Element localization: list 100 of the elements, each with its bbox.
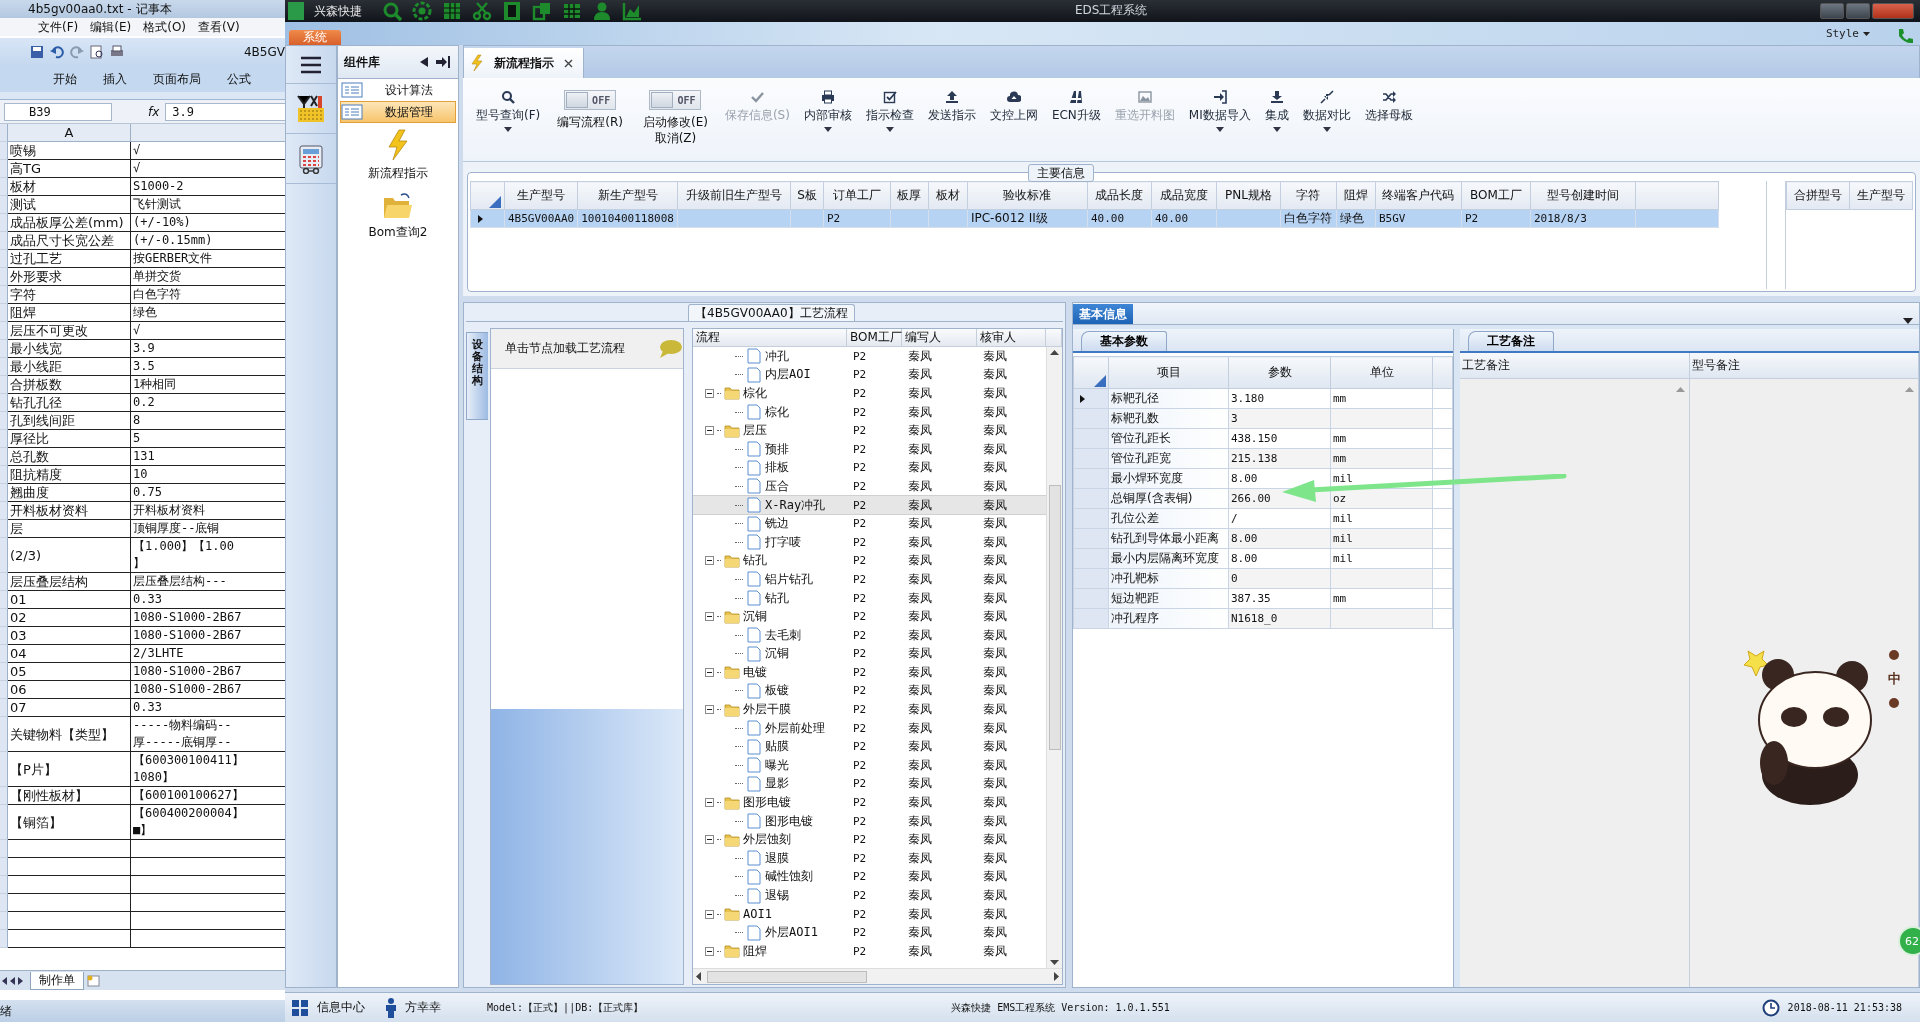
table-row[interactable]: 标靶孔数 3 (1073, 408, 1453, 429)
column-header[interactable] (1073, 356, 1109, 389)
tree-row[interactable]: 外层前处理 P2 秦凤 秦凤 (693, 718, 1046, 738)
table-row[interactable]: 最小内层隔离环宽度 8.00 mil (1073, 548, 1453, 569)
column-header[interactable]: A (8, 124, 131, 142)
column-header[interactable]: 订单工厂 (823, 181, 891, 210)
name-box[interactable]: B39 (4, 102, 112, 121)
tree-row[interactable]: 沉铜 P2 秦凤 秦凤 (693, 607, 1046, 626)
ribbon-tab[interactable]: 公式 (214, 70, 264, 88)
collapse-icon[interactable] (705, 667, 714, 677)
toolbar-button[interactable]: 数据对比 (1295, 88, 1358, 134)
tree-row[interactable]: 打字唛 P2 秦凤 秦凤 (693, 532, 1046, 552)
row-header[interactable] (1073, 388, 1109, 409)
ribbon-tab[interactable]: 开始 (40, 70, 90, 88)
column-header[interactable]: BOM工厂 (1461, 181, 1531, 210)
column-header[interactable]: 升级前旧生产型号 (677, 181, 791, 210)
tree-row[interactable]: AOI1 P2 秦凤 秦凤 (693, 904, 1046, 924)
column-header[interactable]: 合拼型号 (1786, 181, 1850, 210)
tree-row[interactable]: 外层AOI1 P2 秦凤 秦凤 (693, 923, 1046, 942)
tree-row[interactable]: 图形电镀 P2 秦凤 秦凤 (693, 811, 1046, 831)
table-row[interactable]: 管位孔距宽 215.138 mm (1073, 448, 1453, 469)
column-header[interactable]: 板厚 (890, 181, 929, 210)
tree-row[interactable]: 板镀 P2 秦凤 秦凤 (693, 681, 1046, 701)
toolbar-button[interactable]: 型号查询(F) (469, 88, 548, 134)
collapse-icon[interactable] (705, 909, 714, 919)
toggle-switch[interactable]: OFF (649, 90, 702, 110)
panel-tab[interactable]: 基本参数 (1081, 331, 1167, 351)
panel-tab[interactable]: 工艺备注 (1468, 331, 1554, 351)
close-button[interactable] (1872, 3, 1914, 19)
tree-row[interactable]: 预排 P2 秦凤 秦凤 (693, 439, 1046, 459)
ribbon-tab[interactable]: 页面布局 (140, 70, 214, 88)
minimize-button[interactable] (1820, 3, 1844, 19)
collapse-icon[interactable] (705, 835, 714, 845)
column-header[interactable]: 型号创建时间 (1530, 181, 1636, 210)
collapse-icon[interactable] (705, 389, 714, 398)
table-row[interactable]: 钻孔到导体最小距离 8.00 mil (1073, 528, 1453, 549)
maximize-button[interactable] (1846, 3, 1870, 19)
scrollbar-thumb[interactable] (1048, 485, 1061, 750)
scrollbar[interactable] (693, 968, 1062, 984)
toolbar-button[interactable]: 集成 (1257, 88, 1296, 134)
table-row[interactable]: 冲孔靶标 0 (1073, 568, 1453, 589)
remarks-field[interactable] (1460, 379, 1690, 987)
table-row[interactable]: 冲孔程序 N1618_0 (1073, 608, 1453, 629)
toolbar-button[interactable]: 选择母板 (1357, 88, 1420, 126)
collapse-icon[interactable] (705, 426, 714, 436)
tree-row[interactable]: 外层蚀刻 P2 秦凤 秦凤 (693, 830, 1046, 850)
tree-row[interactable]: 棕化 P2 秦凤 秦凤 (693, 384, 1046, 403)
scroll-right-icon[interactable] (1054, 972, 1059, 981)
column-header[interactable]: S板 (790, 181, 824, 210)
print-preview-icon[interactable] (90, 45, 104, 59)
tree-row[interactable]: 退锡 P2 秦凤 秦凤 (693, 886, 1046, 905)
toggle-switch[interactable]: OFF (564, 90, 617, 110)
toolbar-button[interactable]: 内部审核 (796, 88, 859, 134)
column-header[interactable] (470, 181, 505, 210)
dropdown-icon[interactable] (1903, 318, 1913, 324)
close-icon[interactable] (564, 58, 573, 68)
scroll-left-icon[interactable] (696, 972, 701, 981)
pin-icon[interactable] (436, 56, 450, 68)
column-header[interactable]: 终端客户代码 (1375, 181, 1462, 210)
column-header[interactable]: 字符 (1280, 181, 1337, 210)
ime-mode[interactable]: 中 (1887, 670, 1901, 688)
table-row[interactable]: 最小焊环宽度 8.00 mil (1073, 468, 1453, 489)
toolbar-button[interactable]: 发送指示 (920, 88, 983, 126)
sheet-tab[interactable]: 制作单 (30, 971, 84, 990)
table-row[interactable]: 孔位公差 / mil (1073, 508, 1453, 529)
menu-item[interactable]: 查看(V) (198, 18, 240, 36)
tree-row[interactable]: 内层AOI P2 秦凤 秦凤 (693, 365, 1046, 385)
factory-icon[interactable] (296, 93, 326, 124)
scrollbar-thumb[interactable] (707, 970, 867, 983)
column-header[interactable]: 工艺备注 (1460, 353, 1690, 378)
column-header[interactable]: 型号备注 (1689, 353, 1919, 378)
tree-row[interactable]: 显影 P2 秦凤 秦凤 (693, 774, 1046, 794)
tree-row[interactable]: 沉铜 P2 秦凤 秦凤 (693, 644, 1046, 664)
chart-icon[interactable] (622, 1, 642, 21)
list-area[interactable] (491, 369, 683, 709)
phone-icon[interactable] (1896, 27, 1914, 45)
table-row[interactable]: 短边靶距 387.35 mm (1073, 588, 1453, 609)
tree-row[interactable]: 排板 P2 秦凤 秦凤 (693, 458, 1046, 478)
tree-row[interactable]: 外层干膜 P2 秦凤 秦凤 (693, 700, 1046, 719)
menu-item[interactable]: 格式(O) (143, 18, 187, 36)
category-item[interactable]: 设计算法 (340, 79, 456, 101)
redo-icon[interactable] (70, 45, 84, 59)
column-header[interactable]: 单位 (1330, 356, 1433, 389)
column-header[interactable]: 成品宽度 (1151, 181, 1217, 210)
tree-row[interactable]: 铝片钻孔 P2 秦凤 秦凤 (693, 570, 1046, 589)
new-sheet-icon[interactable] (86, 973, 102, 988)
menu-item[interactable]: 编辑(E) (90, 18, 132, 36)
column-header[interactable]: 成品长度 (1087, 181, 1152, 210)
tree-row[interactable]: 棕化 P2 秦凤 秦凤 (693, 402, 1046, 422)
tree-row[interactable]: 贴膜 P2 秦凤 秦凤 (693, 737, 1046, 757)
function-icon[interactable]: fx (148, 104, 160, 119)
grid-icon[interactable] (562, 1, 582, 21)
table-row[interactable]: 4B5GV00AA0 10010400118008 P2 IPC-6012 II级 40.00 40.00 白色字符 绿色 B5GV P2 2018/8/3 (470, 209, 1719, 228)
scroll-down-icon[interactable] (1050, 960, 1059, 965)
tool-label[interactable]: 新流程指示 (368, 165, 428, 182)
collapse-icon[interactable] (705, 705, 714, 715)
tree-row[interactable]: 退膜 P2 秦凤 秦凤 (693, 849, 1046, 868)
column-header[interactable]: 新生产型号 (577, 181, 678, 210)
column-header[interactable]: BOM工厂 (847, 329, 902, 346)
status-link[interactable]: 信息中心 (317, 999, 365, 1016)
